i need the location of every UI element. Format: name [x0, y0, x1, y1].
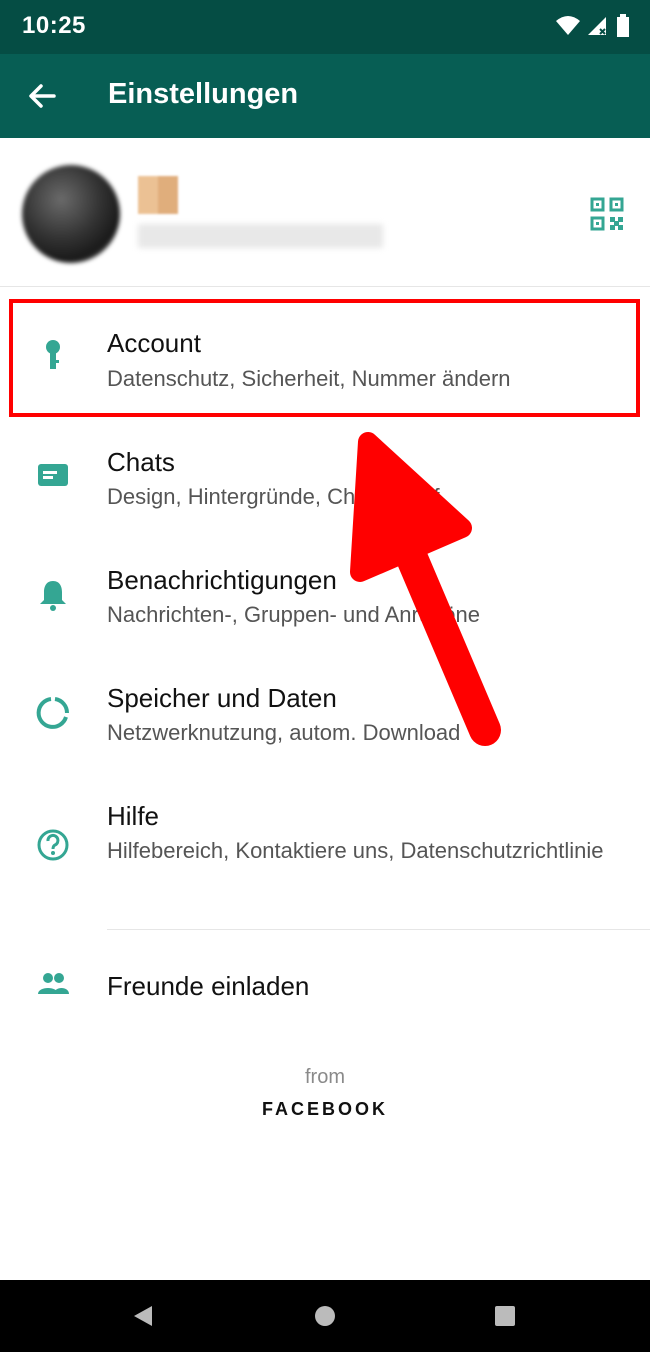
qr-code-icon[interactable]	[590, 197, 624, 231]
settings-item-label: Hilfe	[107, 801, 160, 831]
profile-name-blurred	[138, 176, 178, 214]
status-bar: 10:25	[0, 0, 650, 54]
signal-icon	[588, 17, 606, 35]
wifi-icon	[556, 16, 580, 35]
nav-back-icon[interactable]	[132, 1304, 154, 1328]
settings-item-label: Chats	[107, 447, 175, 477]
footer-from: from	[305, 1066, 345, 1088]
back-arrow-icon[interactable]	[26, 80, 58, 112]
status-icons	[556, 14, 630, 38]
settings-item-chats[interactable]: Chats Design, Hintergründe, Chatverlauf	[0, 416, 650, 534]
app-bar: Einstellungen	[0, 54, 650, 138]
battery-icon	[617, 14, 629, 37]
status-time: 10:25	[22, 12, 86, 39]
profile-status-blurred	[138, 224, 383, 248]
settings-item-label: Speicher und Daten	[107, 683, 337, 713]
data-usage-icon	[36, 697, 70, 729]
help-icon	[37, 829, 69, 861]
settings-item-invite[interactable]: Freunde einladen	[0, 930, 650, 1040]
page-title: Einstellungen	[108, 78, 299, 110]
profile-row[interactable]	[0, 138, 650, 287]
footer-brand: FACEBOOK	[261, 1099, 388, 1119]
settings-item-help[interactable]: Hilfe Hilfebereich, Kontaktiere uns, Dat…	[0, 770, 650, 928]
nav-recents-icon[interactable]	[494, 1304, 516, 1328]
people-icon	[38, 973, 69, 994]
bell-icon	[40, 581, 66, 611]
settings-item-sub: Design, Hintergründe, Chatverlauf	[107, 484, 440, 509]
settings-item-sub: Hilfebereich, Kontaktiere uns, Datenschu…	[107, 838, 604, 863]
avatar[interactable]	[22, 165, 120, 263]
settings-item-sub: Nachrichten-, Gruppen- und Anruftöne	[107, 602, 481, 627]
red-highlight-box	[9, 299, 640, 417]
nav-home-icon[interactable]	[314, 1304, 336, 1328]
settings-item-storage[interactable]: Speicher und Daten Netzwerknutzung, auto…	[0, 652, 650, 770]
settings-item-notifications[interactable]: Benachrichtigungen Nachrichten-, Gruppen…	[0, 534, 650, 652]
chat-icon	[38, 464, 68, 486]
navigation-bar	[0, 1280, 650, 1352]
settings-item-sub: Netzwerknutzung, autom. Download	[107, 720, 461, 745]
settings-item-label: Freunde einladen	[107, 971, 310, 1001]
settings-item-label: Benachrichtigungen	[107, 565, 337, 595]
